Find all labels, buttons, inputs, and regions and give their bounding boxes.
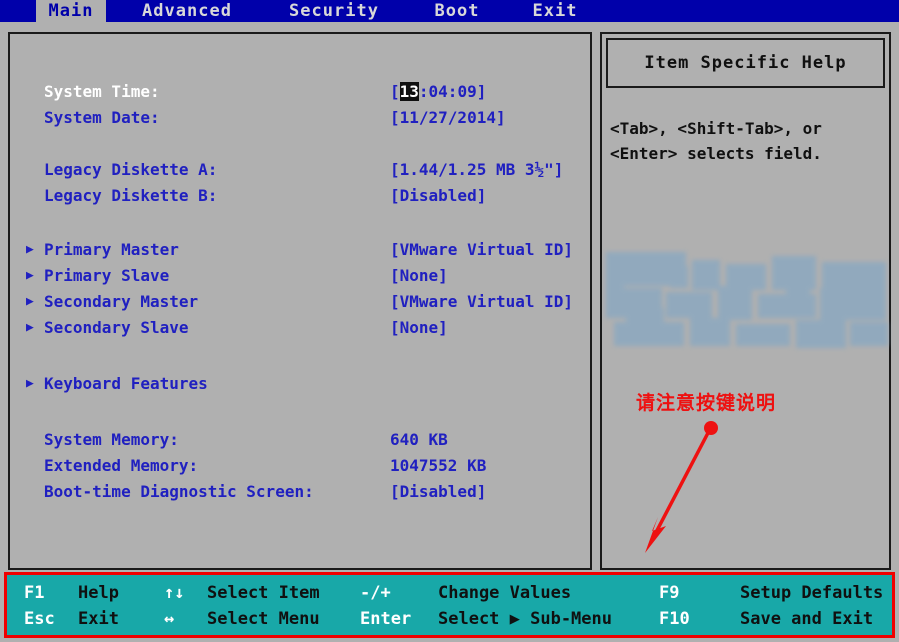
settings-row-label: Primary Slave [44, 264, 169, 288]
edit-cursor-highlight[interactable]: 13 [400, 82, 419, 101]
bios-setup-screen: Main Advanced Security Boot Exit System Time… [0, 0, 899, 642]
settings-row-value[interactable]: [Disabled] [390, 184, 486, 208]
menu-bar: Main Advanced Security Boot Exit [0, 0, 899, 22]
chinese-annotation-text: 请注意按键说明 [636, 388, 776, 415]
settings-row-label: Keyboard Features [44, 372, 208, 396]
settings-row[interactable]: Legacy Diskette A: [1.44/1.25 MB 3½"] [10, 158, 590, 182]
settings-row[interactable]: Boot-time Diagnostic Screen: [Disabled] [10, 480, 590, 504]
settings-row[interactable]: Legacy Diskette B: [Disabled] [10, 184, 590, 208]
menu-tab-main[interactable]: Main [36, 0, 106, 22]
settings-row-value[interactable]: [Disabled] [390, 480, 486, 504]
settings-row-label: Secondary Master [44, 290, 198, 314]
menu-tab-exit[interactable]: Exit [520, 0, 590, 22]
submenu-arrow-icon: ▶ [26, 372, 34, 396]
settings-row-label: Secondary Slave [44, 316, 189, 340]
settings-row-label: System Time: [44, 80, 160, 104]
settings-row[interactable]: ▶ Secondary Slave [None] [10, 316, 590, 340]
settings-row-value[interactable]: [VMware Virtual ID] [390, 290, 573, 314]
settings-row-value[interactable]: [VMware Virtual ID] [390, 238, 573, 262]
settings-row-value[interactable]: [13:04:09] [390, 80, 486, 104]
submenu-arrow-icon: ▶ [26, 264, 34, 288]
main-settings-panel: System Time: [13:04:09] System Date: [11/27… [8, 32, 592, 570]
help-panel-title: Item Specific Help [606, 38, 885, 88]
value-suffix: :04:09] [419, 82, 486, 101]
settings-row-label: Boot-time Diagnostic Screen: [44, 480, 314, 504]
settings-row-value[interactable]: [None] [390, 264, 448, 288]
settings-row-value[interactable]: [1.44/1.25 MB 3½"] [390, 158, 563, 182]
settings-row-label: Extended Memory: [44, 454, 198, 478]
value-prefix: [ [390, 82, 400, 101]
settings-row[interactable]: Extended Memory: 1047552 KB [10, 454, 590, 478]
menu-tab-security[interactable]: Security [274, 0, 394, 22]
help-panel-body: <Tab>, <Shift-Tab>, or <Enter> selects f… [610, 116, 882, 166]
settings-row-value[interactable]: [11/27/2014] [390, 106, 506, 130]
function-key-bar-highlight-box [4, 572, 895, 638]
settings-row[interactable]: ▶ Secondary Master [VMware Virtual ID] [10, 290, 590, 314]
settings-row-label: System Memory: [44, 428, 179, 452]
settings-row-value[interactable]: 1047552 KB [390, 454, 486, 478]
settings-row[interactable]: ▶ Primary Slave [None] [10, 264, 590, 288]
submenu-arrow-icon: ▶ [26, 290, 34, 314]
settings-row[interactable]: System Memory: 640 KB [10, 428, 590, 452]
settings-row-label: Legacy Diskette B: [44, 184, 217, 208]
submenu-arrow-icon: ▶ [26, 238, 34, 262]
settings-row-value[interactable]: [None] [390, 316, 448, 340]
settings-row[interactable]: ▶ Primary Master [VMware Virtual ID] [10, 238, 590, 262]
settings-row-label: Primary Master [44, 238, 179, 262]
settings-row[interactable]: System Date: [11/27/2014] [10, 106, 590, 130]
submenu-arrow-icon: ▶ [26, 316, 34, 340]
settings-row[interactable]: ▶ Keyboard Features [10, 372, 590, 396]
menu-tab-boot[interactable]: Boot [422, 0, 492, 22]
settings-row[interactable]: System Time: [13:04:09] [10, 80, 590, 104]
settings-row-label: System Date: [44, 106, 160, 130]
settings-row-label: Legacy Diskette A: [44, 158, 217, 182]
item-specific-help-panel: Item Specific Help <Tab>, <Shift-Tab>, o… [600, 32, 891, 570]
settings-row-value[interactable]: 640 KB [390, 428, 448, 452]
menu-tab-advanced[interactable]: Advanced [125, 0, 249, 22]
